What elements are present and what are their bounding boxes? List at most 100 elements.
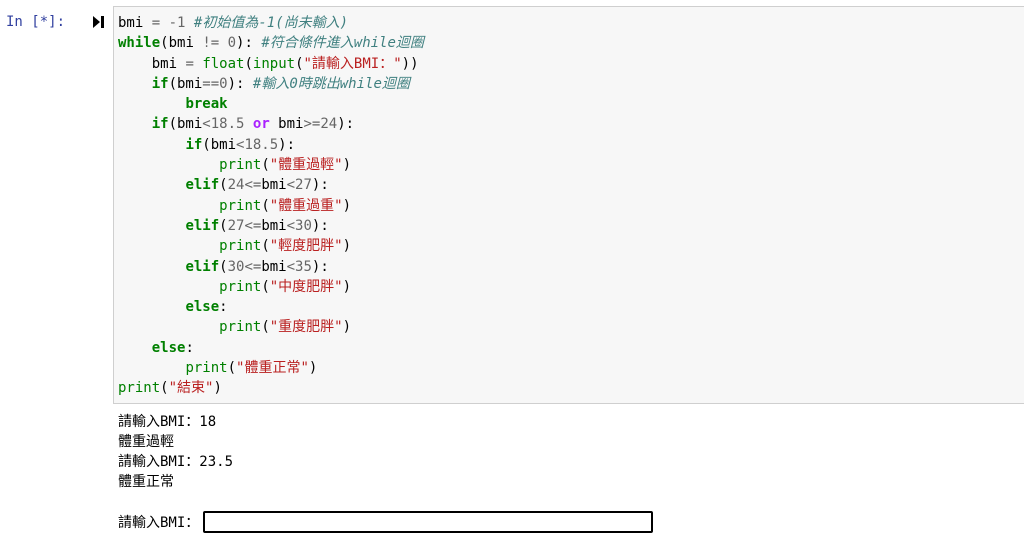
code-token: : [185, 339, 194, 356]
code-token: 27 [227, 217, 245, 234]
code-line: if(bmi==0): #輸入0時跳出while迴圈 [118, 74, 424, 94]
code-token: float [202, 55, 245, 72]
code-token: ( [160, 380, 169, 397]
code-token: 18.5 [244, 136, 279, 153]
code-token: ( [261, 319, 270, 336]
code-line: bmi = float(input("請輸入BMI：")) [118, 54, 424, 74]
stdin-prompt: 請輸入BMI： [118, 515, 200, 531]
cell-prompt: In [*]: [6, 14, 66, 30]
code-line: if(bmi<18.5 or bmi>=24): [118, 114, 424, 134]
code-line: else: [118, 338, 424, 358]
code-token: bmi [118, 15, 152, 31]
code-token: ) [342, 157, 352, 174]
code-token: ( [219, 177, 228, 194]
code-token: #輸入0時跳出while迴圈 [252, 75, 410, 92]
code-line: print("體重過重") [118, 196, 424, 216]
code-token: ) [342, 319, 352, 336]
code-token: ): [278, 136, 296, 153]
code-token: ( [227, 360, 237, 377]
code-line: print("體重過輕") [118, 155, 424, 175]
code-line: print("重度肥胖") [118, 317, 424, 337]
cell-output: 請輸入BMI：18 體重過輕 請輸入BMI：23.5 體重正常 [118, 412, 233, 492]
code-token: ( [261, 157, 270, 174]
code-token: (bmi [168, 116, 203, 133]
code-token: bmi [261, 258, 287, 275]
code-token: "體重過重" [269, 197, 343, 214]
code-token: 35 [295, 258, 312, 275]
code-token: ) [342, 238, 352, 255]
code-token: ): [236, 35, 262, 52]
code-token: != [202, 35, 220, 52]
code-token: ): [311, 217, 329, 234]
code-line: elif(30<=bmi<35): [118, 257, 424, 277]
code-token: bmi [118, 55, 186, 72]
code-line: elif(27<=bmi<30): [118, 216, 424, 236]
code-line: print("輕度肥胖") [118, 236, 424, 256]
code-token: #符合條件進入while迴圈 [261, 35, 424, 52]
code-token: (bmi [202, 136, 237, 153]
code-token: #初始值為-1(尚未輸入) [193, 15, 349, 31]
code-token: = [151, 15, 161, 31]
code-token: >= [303, 116, 321, 133]
code-line: while(bmi != 0): #符合條件進入while迴圈 [118, 33, 424, 53]
code-token: if [151, 75, 169, 92]
code-token: ): [227, 75, 253, 92]
code-token: (bmi [160, 35, 203, 52]
code-token: "體重過輕" [269, 157, 343, 174]
code-token: print [219, 278, 262, 295]
code-token: print [118, 380, 161, 397]
code-token: if [185, 136, 203, 153]
code-token: ( [261, 238, 270, 255]
code-token: <= [244, 217, 262, 234]
code-token: print [219, 238, 262, 255]
code-line: print("中度肥胖") [118, 277, 424, 297]
code-line: bmi = -1 #初始值為-1(尚未輸入) [118, 13, 424, 33]
code-token: 0 [219, 75, 228, 92]
code-token: "結束" [168, 380, 214, 397]
code-token: 30 [295, 217, 312, 234]
code-token: ( [244, 55, 253, 72]
code-token: ) [342, 278, 352, 295]
code-token: ( [261, 278, 270, 295]
code-token: "重度肥胖" [269, 319, 343, 336]
code-token: elif [185, 258, 220, 275]
code-line: print("體重正常") [118, 358, 424, 378]
code-line: elif(24<=bmi<27): [118, 175, 424, 195]
code-token: elif [185, 217, 220, 234]
code-token: bmi [261, 217, 287, 234]
code-token: )) [401, 55, 419, 72]
stdin-row: 請輸入BMI： [118, 510, 654, 534]
stdin-input[interactable] [203, 511, 654, 533]
code-line: if(bmi<18.5): [118, 135, 424, 155]
code-token: print [219, 197, 262, 214]
code-token: bmi [261, 177, 287, 194]
code-editor[interactable]: bmi = -1 #初始值為-1(尚未輸入) while(bmi != 0): #… [118, 13, 424, 399]
code-token: while [118, 35, 161, 52]
code-token: ) [342, 197, 352, 214]
code-token: 30 [227, 258, 245, 275]
code-token: 18.5 [210, 116, 245, 133]
code-token: elif [185, 177, 220, 194]
output-line: 請輸入BMI：18 [118, 414, 217, 430]
code-token: ( [219, 258, 228, 275]
code-token: else [151, 339, 186, 356]
code-token: ): [311, 177, 329, 194]
code-input-area[interactable]: bmi = -1 #初始值為-1(尚未輸入) while(bmi != 0): #… [113, 6, 1024, 404]
code-token: : [219, 299, 228, 316]
code-token: ): [311, 258, 329, 275]
